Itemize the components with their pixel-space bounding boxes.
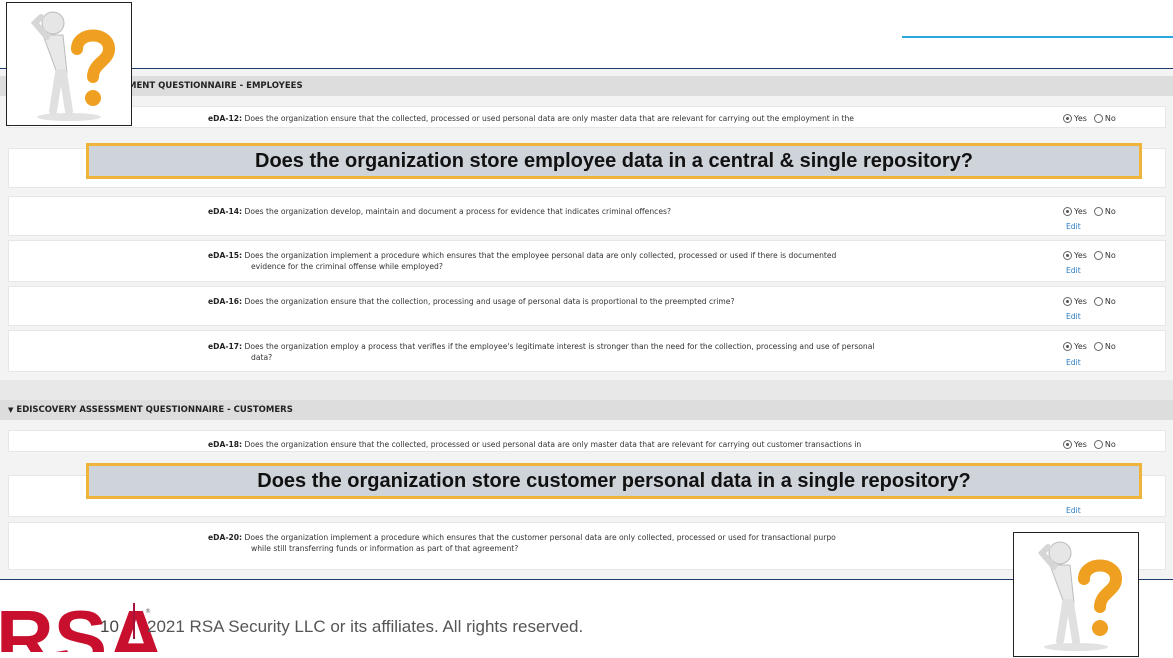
radio-yes[interactable] [1063, 297, 1072, 306]
radio-yes[interactable] [1063, 440, 1072, 449]
radio-yes[interactable] [1063, 207, 1072, 216]
footer-divider [133, 603, 135, 639]
radio-yes[interactable] [1063, 114, 1072, 123]
rsa-logo: RSA [0, 602, 160, 652]
page-number: 10 [100, 617, 119, 636]
edit-link[interactable]: Edit [1066, 312, 1081, 321]
radio-no[interactable] [1093, 342, 1103, 351]
question-text: eDA-17: Does the organization employ a p… [208, 342, 875, 362]
radio-yes[interactable] [1063, 342, 1072, 351]
rsa-logo-text: RSA [0, 602, 160, 652]
triangle-down-icon: ▼ [8, 406, 14, 414]
radio-yes[interactable] [1063, 251, 1072, 260]
edit-link[interactable]: Edit [1066, 266, 1081, 275]
answer-group-eda-17: Yes No [1063, 342, 1116, 351]
question-figure-icon [1037, 541, 1123, 651]
radio-no[interactable] [1093, 114, 1103, 123]
copyright-text: 2021 RSA Security LLC or its affiliates.… [147, 617, 584, 636]
question-text: eDA-18: Does the organization ensure tha… [208, 440, 862, 449]
question-figure-icon [30, 11, 116, 121]
section-gap [0, 380, 1173, 400]
question-figure-thumbnail [1013, 532, 1139, 657]
header-accent-line [902, 36, 1173, 38]
section-header-employees[interactable]: MENT QUESTIONNAIRE - EMPLOYEES [0, 76, 1173, 96]
radio-no[interactable] [1093, 440, 1103, 449]
edit-link[interactable]: Edit [1066, 358, 1081, 367]
answer-group-eda-12: Yes No [1063, 114, 1116, 123]
question-text: eDA-12: Does the organization ensure tha… [208, 114, 854, 123]
edit-link[interactable]: Edit [1066, 506, 1081, 515]
callout-customer-repository: Does the organization store customer per… [86, 463, 1142, 499]
answer-group-eda-16: Yes No [1063, 297, 1116, 306]
edit-link[interactable]: Edit [1066, 222, 1081, 231]
question-text: eDA-16: Does the organization ensure tha… [208, 297, 735, 306]
radio-no[interactable] [1093, 207, 1103, 216]
answer-group-eda-14: Yes No [1063, 207, 1116, 216]
question-figure-thumbnail [6, 2, 132, 126]
radio-no[interactable] [1093, 297, 1103, 306]
answer-group-eda-15: Yes No [1063, 251, 1116, 260]
question-text: eDA-15: Does the organization implement … [208, 251, 837, 271]
question-text: eDA-20: Does the organization implement … [208, 533, 836, 553]
registered-mark: ® [145, 608, 151, 615]
answer-group-eda-18: Yes No [1063, 440, 1116, 449]
callout-employee-repository: Does the organization store employee dat… [86, 143, 1142, 179]
section-header-customers[interactable]: ▼ EDISCOVERY ASSESSMENT QUESTIONNAIRE - C… [0, 400, 1173, 420]
question-text: eDA-14: Does the organization develop, m… [208, 207, 671, 216]
radio-no[interactable] [1093, 251, 1103, 260]
